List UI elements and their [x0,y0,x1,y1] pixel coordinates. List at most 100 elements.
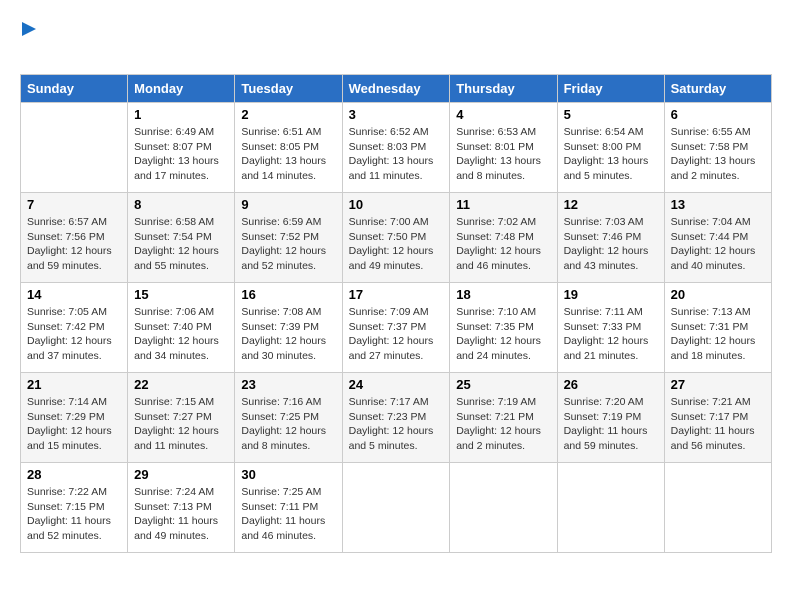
calendar-cell: 22 Sunrise: 7:15 AM Sunset: 7:27 PM Dayli… [128,373,235,463]
header-monday: Monday [128,75,235,103]
header-thursday: Thursday [450,75,557,103]
calendar-cell: 1 Sunrise: 6:49 AM Sunset: 8:07 PM Daylig… [128,103,235,193]
calendar-week-3: 14 Sunrise: 7:05 AM Sunset: 7:42 PM Dayli… [21,283,772,373]
calendar-week-4: 21 Sunrise: 7:14 AM Sunset: 7:29 PM Dayli… [21,373,772,463]
calendar-cell: 30Sunrise: 7:25 AM Sunset: 7:11 PM Dayli… [235,463,342,553]
day-info: Sunrise: 7:15 AM Sunset: 7:27 PM Dayligh… [134,396,219,452]
calendar-cell: 20 Sunrise: 7:13 AM Sunset: 7:31 PM Dayli… [664,283,771,373]
calendar-cell: 28 Sunrise: 7:22 AM Sunset: 7:15 PM Dayli… [21,463,128,553]
day-number: 27 [671,377,765,392]
day-number: 25 [456,377,550,392]
day-info: Sunrise: 6:57 AM Sunset: 7:56 PM Dayligh… [27,216,112,272]
day-info: Sunrise: 7:13 AM Sunset: 7:31 PM Dayligh… [671,306,756,362]
day-info: Sunrise: 6:52 AM Sunset: 8:03 PM Dayligh… [349,126,434,182]
calendar-cell [664,463,771,553]
calendar-week-2: 7 Sunrise: 6:57 AM Sunset: 7:56 PM Daylig… [21,193,772,283]
day-number: 13 [671,197,765,212]
day-info: Sunrise: 7:21 AM Sunset: 7:17 PM Dayligh… [671,396,755,452]
day-info: Sunrise: 7:04 AM Sunset: 7:44 PM Dayligh… [671,216,756,272]
calendar-cell: 6 Sunrise: 6:55 AM Sunset: 7:58 PM Daylig… [664,103,771,193]
calendar-cell: 16Sunrise: 7:08 AM Sunset: 7:39 PM Dayli… [235,283,342,373]
day-number: 19 [564,287,658,302]
day-info: Sunrise: 7:14 AM Sunset: 7:29 PM Dayligh… [27,396,112,452]
day-info: Sunrise: 7:11 AM Sunset: 7:33 PM Dayligh… [564,306,649,362]
day-info: Sunrise: 7:22 AM Sunset: 7:15 PM Dayligh… [27,486,111,542]
calendar-cell: 24 Sunrise: 7:17 AM Sunset: 7:23 PM Dayli… [342,373,450,463]
day-info: Sunrise: 6:51 AM Sunset: 8:05 PM Dayligh… [241,126,326,182]
day-info: Sunrise: 7:05 AM Sunset: 7:42 PM Dayligh… [27,306,112,362]
logo [20,20,38,64]
calendar-week-1: 1 Sunrise: 6:49 AM Sunset: 8:07 PM Daylig… [21,103,772,193]
day-info: Sunrise: 7:24 AM Sunset: 7:13 PM Dayligh… [134,486,218,542]
calendar-table: SundayMondayTuesdayWednesdayThursdayFrid… [20,74,772,553]
day-number: 26 [564,377,658,392]
header-friday: Friday [557,75,664,103]
calendar-cell: 3 Sunrise: 6:52 AM Sunset: 8:03 PM Daylig… [342,103,450,193]
calendar-cell: 29 Sunrise: 7:24 AM Sunset: 7:13 PM Dayli… [128,463,235,553]
day-number: 6 [671,107,765,122]
calendar-cell: 14 Sunrise: 7:05 AM Sunset: 7:42 PM Dayli… [21,283,128,373]
header-saturday: Saturday [664,75,771,103]
day-number: 4 [456,107,550,122]
day-info: Sunrise: 7:19 AM Sunset: 7:21 PM Dayligh… [456,396,541,452]
day-info: Sunrise: 7:00 AM Sunset: 7:50 PM Dayligh… [349,216,434,272]
calendar-cell [342,463,450,553]
calendar-cell: 12 Sunrise: 7:03 AM Sunset: 7:46 PM Dayli… [557,193,664,283]
day-number: 7 [27,197,121,212]
header-sunday: Sunday [21,75,128,103]
calendar-cell [450,463,557,553]
day-number: 1 [134,107,228,122]
calendar-week-5: 28 Sunrise: 7:22 AM Sunset: 7:15 PM Dayli… [21,463,772,553]
day-number: 16 [241,287,335,302]
day-info: Sunrise: 7:17 AM Sunset: 7:23 PM Dayligh… [349,396,434,452]
calendar-cell: 27 Sunrise: 7:21 AM Sunset: 7:17 PM Dayli… [664,373,771,463]
calendar-cell: 15 Sunrise: 7:06 AM Sunset: 7:40 PM Dayli… [128,283,235,373]
day-info: Sunrise: 6:53 AM Sunset: 8:01 PM Dayligh… [456,126,541,182]
calendar-cell: 23 Sunrise: 7:16 AM Sunset: 7:25 PM Dayli… [235,373,342,463]
day-number: 11 [456,197,550,212]
day-info: Sunrise: 6:55 AM Sunset: 7:58 PM Dayligh… [671,126,756,182]
day-info: Sunrise: 7:02 AM Sunset: 7:48 PM Dayligh… [456,216,541,272]
day-number: 15 [134,287,228,302]
day-info: Sunrise: 6:58 AM Sunset: 7:54 PM Dayligh… [134,216,219,272]
calendar-cell: 17Sunrise: 7:09 AM Sunset: 7:37 PM Dayli… [342,283,450,373]
day-number: 20 [671,287,765,302]
calendar-cell: 13 Sunrise: 7:04 AM Sunset: 7:44 PM Dayli… [664,193,771,283]
day-info: Sunrise: 7:20 AM Sunset: 7:19 PM Dayligh… [564,396,648,452]
header-tuesday: Tuesday [235,75,342,103]
calendar-cell: 25 Sunrise: 7:19 AM Sunset: 7:21 PM Dayli… [450,373,557,463]
calendar-cell: 5Sunrise: 6:54 AM Sunset: 8:00 PM Daylig… [557,103,664,193]
calendar-cell: 19 Sunrise: 7:11 AM Sunset: 7:33 PM Dayli… [557,283,664,373]
day-number: 12 [564,197,658,212]
day-number: 24 [349,377,444,392]
day-info: Sunrise: 7:10 AM Sunset: 7:35 PM Dayligh… [456,306,541,362]
calendar-cell: 21 Sunrise: 7:14 AM Sunset: 7:29 PM Dayli… [21,373,128,463]
calendar-cell [21,103,128,193]
day-number: 9 [241,197,335,212]
calendar-cell: 4 Sunrise: 6:53 AM Sunset: 8:01 PM Daylig… [450,103,557,193]
calendar-cell: 2 Sunrise: 6:51 AM Sunset: 8:05 PM Daylig… [235,103,342,193]
page-header [20,20,772,64]
header-wednesday: Wednesday [342,75,450,103]
day-number: 3 [349,107,444,122]
day-number: 8 [134,197,228,212]
day-info: Sunrise: 7:06 AM Sunset: 7:40 PM Dayligh… [134,306,219,362]
calendar-cell: 26 Sunrise: 7:20 AM Sunset: 7:19 PM Dayli… [557,373,664,463]
day-info: Sunrise: 7:25 AM Sunset: 7:11 PM Dayligh… [241,486,325,542]
day-number: 21 [27,377,121,392]
day-info: Sunrise: 7:03 AM Sunset: 7:46 PM Dayligh… [564,216,649,272]
calendar-cell: 11 Sunrise: 7:02 AM Sunset: 7:48 PM Dayli… [450,193,557,283]
day-number: 17 [349,287,444,302]
header-row: SundayMondayTuesdayWednesdayThursdayFrid… [21,75,772,103]
calendar-cell [557,463,664,553]
day-number: 2 [241,107,335,122]
day-info: Sunrise: 7:16 AM Sunset: 7:25 PM Dayligh… [241,396,326,452]
day-number: 23 [241,377,335,392]
calendar-cell: 10Sunrise: 7:00 AM Sunset: 7:50 PM Dayli… [342,193,450,283]
day-number: 28 [27,467,121,482]
day-info: Sunrise: 6:49 AM Sunset: 8:07 PM Dayligh… [134,126,219,182]
day-number: 29 [134,467,228,482]
day-number: 22 [134,377,228,392]
day-number: 14 [27,287,121,302]
day-info: Sunrise: 6:59 AM Sunset: 7:52 PM Dayligh… [241,216,326,272]
